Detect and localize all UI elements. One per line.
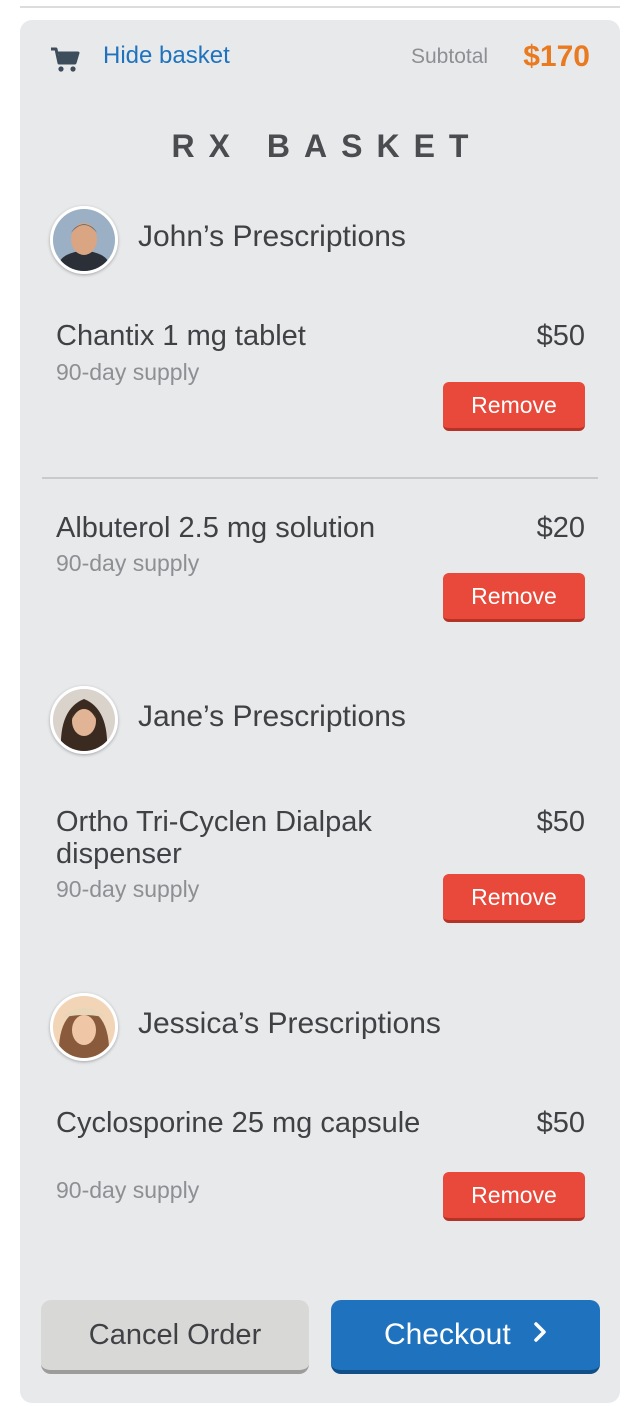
item-price: $20 [536,512,585,544]
remove-button[interactable]: Remove [443,382,585,431]
item-name: Ortho Tri-Cyclen Dialpak dispenser [56,806,372,870]
person-name-john: John’s Prescriptions [138,220,406,253]
avatar-john [50,206,118,274]
subtotal-value: $170 [523,40,590,73]
item-name: Cyclosporine 25 mg capsule [56,1107,421,1139]
item-name: Albuterol 2.5 mg solution [56,512,376,544]
item-price: $50 [536,320,585,352]
item-supply: 90-day supply [56,876,200,902]
item-divider [42,477,598,479]
checkout-label: Checkout [383,1318,511,1351]
hide-basket-link[interactable]: Hide basket [103,42,230,70]
cart-icon[interactable] [50,47,80,72]
page-title: RX BASKET [171,128,483,164]
remove-button[interactable]: Remove [443,874,585,923]
item-supply: 90-day supply [56,550,200,576]
top-divider [20,6,620,8]
item-supply: 90-day supply [56,1177,200,1203]
checkout-button[interactable]: Checkout [331,1300,600,1374]
person-name-jane: Jane’s Prescriptions [138,700,406,733]
cancel-order-button[interactable]: Cancel Order [41,1300,309,1374]
cancel-order-label: Cancel Order [88,1319,262,1351]
avatar-jessica [50,993,118,1061]
avatar-jane [50,686,118,754]
item-supply: 90-day supply [56,359,200,385]
remove-button[interactable]: Remove [443,1172,585,1221]
person-name-jessica: Jessica’s Prescriptions [138,1007,441,1040]
item-price: $50 [536,806,585,838]
rx-basket-panel: Hide basket Subtotal $170 RX BASKET John… [20,20,620,1403]
remove-button[interactable]: Remove [443,573,585,622]
subtotal-label: Subtotal [411,45,489,68]
item-price: $50 [536,1107,585,1139]
chevron-right-icon [533,1299,547,1369]
item-name: Chantix 1 mg tablet [56,320,306,352]
